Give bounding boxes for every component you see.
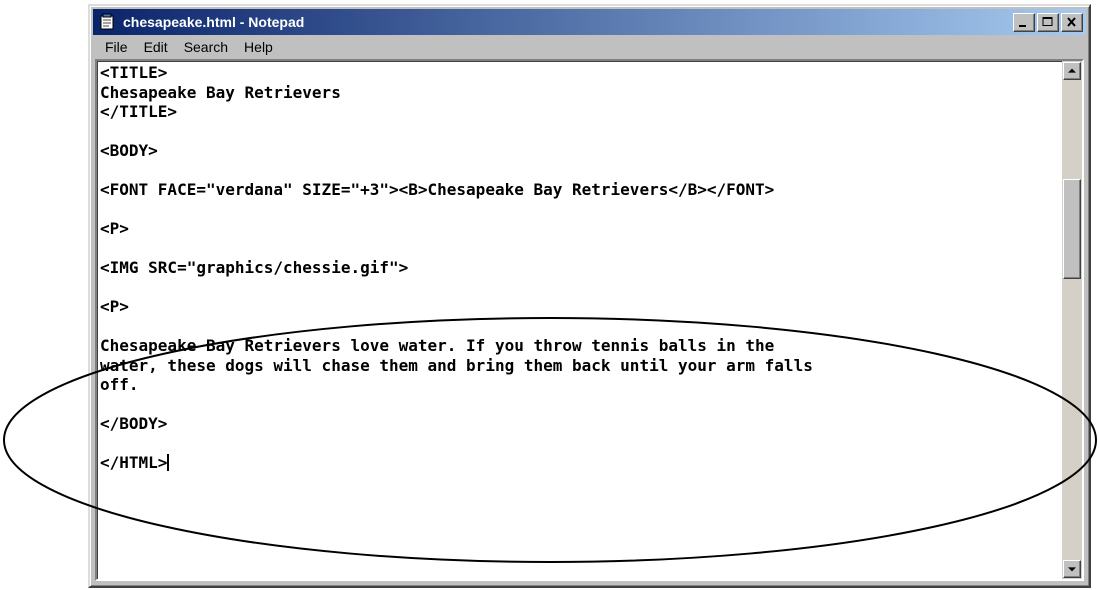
menu-edit[interactable]: Edit (136, 39, 176, 55)
text-line: Chesapeake Bay Retrievers (100, 82, 341, 102)
text-line: </TITLE> (100, 102, 178, 121)
text-line (100, 395, 1060, 415)
close-icon (1067, 16, 1076, 27)
menu-file[interactable]: File (97, 39, 136, 55)
notepad-icon (100, 13, 114, 30)
arrow-up-icon (1068, 68, 1076, 73)
text-line (100, 278, 1060, 298)
text-line (100, 434, 1060, 454)
text-line: off. (100, 375, 139, 394)
menu-search[interactable]: Search (176, 39, 236, 55)
text-content[interactable]: <TITLE> Chesapeake Bay Retrievers </TITLE>… (100, 63, 1060, 577)
text-line: <IMG SRC="graphics/chessie.gif"> (100, 258, 409, 277)
menu-help[interactable]: Help (236, 39, 281, 55)
text-line (100, 161, 1060, 181)
text-line (100, 239, 1060, 259)
menu-bar: File Edit Search Help (93, 36, 1086, 58)
vertical-scrollbar[interactable] (1062, 61, 1082, 579)
text-line: </HTML> (100, 453, 170, 472)
window-title: chesapeake.html - Notepad (123, 14, 305, 30)
scroll-up-button[interactable] (1063, 62, 1081, 80)
maximize-button[interactable] (1037, 12, 1059, 32)
text-caret (167, 454, 170, 471)
notepad-window: chesapeake.html - Notepad File Edit Sear… (88, 4, 1091, 588)
text-line: <P> (100, 297, 129, 316)
scroll-thumb[interactable] (1063, 179, 1081, 279)
title-bar[interactable]: chesapeake.html - Notepad (93, 9, 1086, 35)
arrow-down-icon (1068, 567, 1076, 572)
text-line (100, 122, 1060, 142)
minimize-button[interactable] (1013, 12, 1035, 32)
text-line: <TITLE> (100, 63, 168, 82)
text-line (100, 200, 1060, 220)
text-line: </BODY> (100, 414, 168, 433)
text-editor[interactable]: <TITLE> Chesapeake Bay Retrievers </TITLE>… (95, 59, 1084, 581)
text-line: Chesapeake Bay Retrievers love water. If… (100, 336, 775, 355)
maximize-icon (1042, 16, 1053, 26)
text-line: <FONT FACE="verdana" SIZE="+3"><B>Chesap… (100, 180, 775, 199)
text-line (100, 317, 1060, 337)
text-line: water, these dogs will chase them and br… (100, 355, 813, 375)
scroll-down-button[interactable] (1063, 560, 1081, 578)
minimize-icon (1019, 24, 1026, 27)
close-button[interactable] (1061, 12, 1083, 32)
text-line: <P> (100, 219, 129, 238)
text-line: <BODY> (100, 141, 158, 160)
